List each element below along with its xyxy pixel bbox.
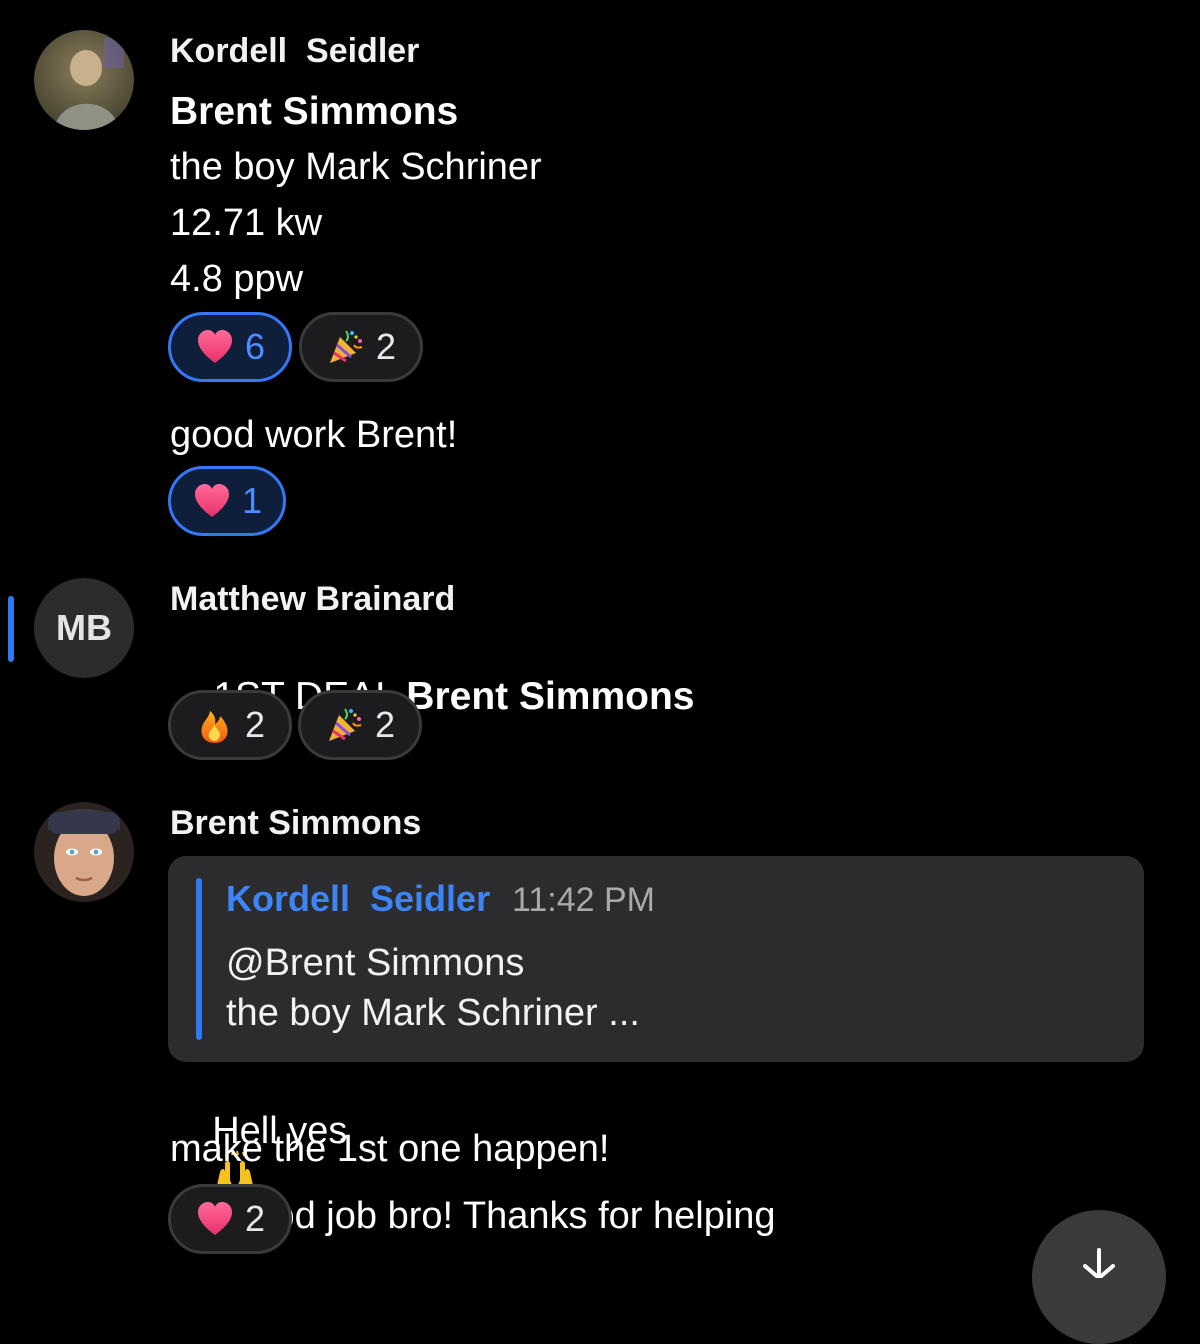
avatar[interactable] <box>34 30 134 130</box>
mention-link[interactable]: Brent Simmons <box>170 92 458 131</box>
author-name[interactable]: Brent Simmons <box>170 804 421 843</box>
heart-emoji-icon <box>197 1202 232 1235</box>
quote-author-name: Kordell Seidler <box>226 878 491 919</box>
reaction-count: 1 <box>241 480 263 521</box>
mention-link[interactable]: Brent Simmons <box>406 675 694 718</box>
reaction-count: 2 <box>375 326 397 367</box>
quote-accent-bar <box>196 878 202 1040</box>
reaction-count: 2 <box>244 1198 266 1239</box>
party-popper-emoji-icon <box>329 330 363 363</box>
author-name[interactable]: Matthew Brainard <box>170 580 455 619</box>
message-text-line: good work Brent! <box>170 414 458 456</box>
quote-text-line: the boy Mark Schriner ... <box>226 992 640 1034</box>
reaction-pill-fire[interactable]: 2 <box>168 690 292 760</box>
quote-text-line: @Brent Simmons <box>226 942 525 984</box>
reaction-pill-heart[interactable]: 6 <box>168 312 292 382</box>
message-text-part: Good job bro! Thanks for helping <box>212 1195 776 1237</box>
arrow-down-icon <box>1083 1248 1115 1278</box>
avatar-kordell-photo <box>34 30 134 130</box>
reaction-count: 2 <box>244 704 266 745</box>
heart-emoji-icon <box>197 330 232 363</box>
fire-emoji-icon <box>201 711 228 743</box>
message-text-line: 12.71 kw <box>170 202 323 244</box>
message-text-line: the boy Mark Schriner <box>170 146 542 188</box>
avatar-brent-photo <box>34 802 134 902</box>
scroll-to-bottom-button[interactable] <box>1032 1210 1166 1344</box>
reaction-count: 2 <box>374 704 396 745</box>
author-name[interactable]: Kordell Seidler <box>170 32 419 71</box>
message-text-line: make the 1st one happen! <box>170 1128 610 1170</box>
party-popper-emoji-icon <box>328 708 362 741</box>
unread-indicator <box>8 596 14 662</box>
reaction-pill-party[interactable]: 2 <box>298 690 422 760</box>
avatar[interactable] <box>34 802 134 902</box>
quote-timestamp: 11:42 PM <box>512 881 656 919</box>
reaction-count: 6 <box>244 326 266 367</box>
reaction-pill-heart[interactable]: 1 <box>168 466 286 536</box>
message-text-line: 4.8 ppw <box>170 258 304 300</box>
reaction-pill-heart[interactable]: 2 <box>168 1184 292 1254</box>
avatar[interactable]: MB <box>34 578 134 678</box>
quoted-message[interactable]: Kordell Seidler 11:42 PM @Brent Simmons … <box>168 856 1144 1062</box>
reaction-pill-party[interactable]: 2 <box>299 312 423 382</box>
heart-emoji-icon <box>194 484 229 517</box>
